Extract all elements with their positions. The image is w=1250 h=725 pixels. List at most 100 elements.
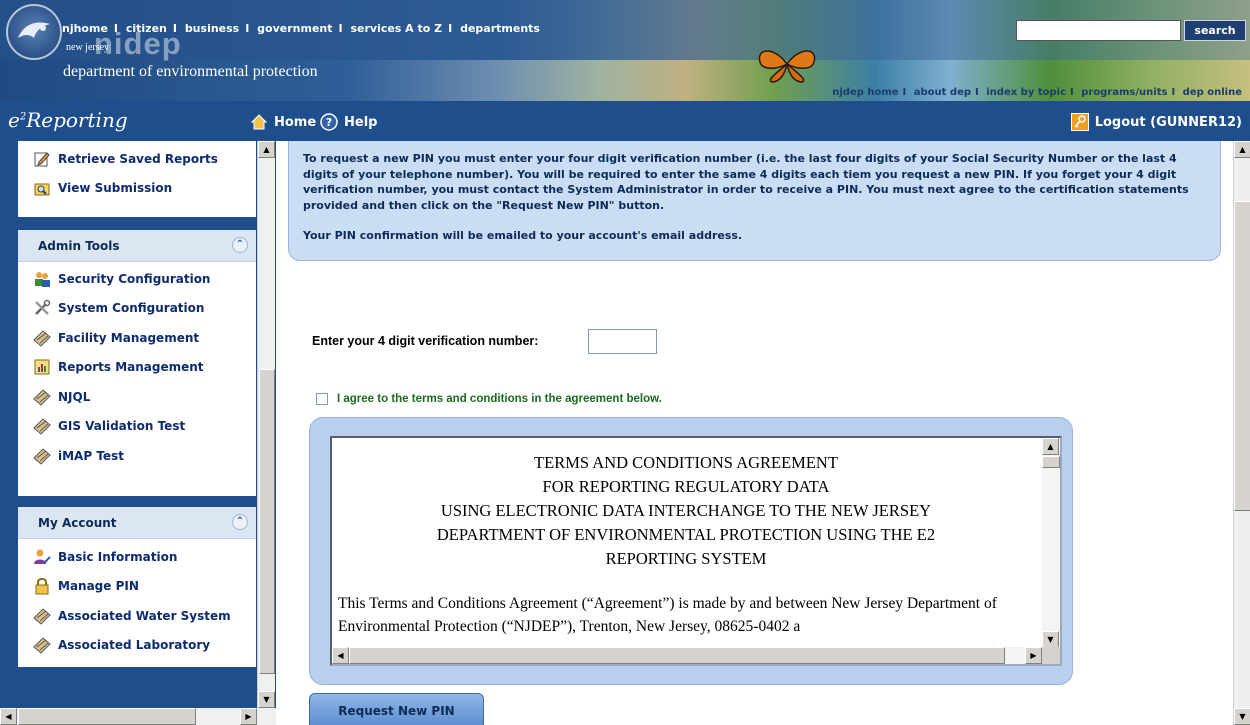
scroll-left-icon[interactable]: ◀	[332, 647, 349, 664]
terms-body: This Terms and Conditions Agreement (“Ag…	[338, 595, 997, 635]
sidebar-item-gis-validation-test[interactable]: GIS Validation Test	[18, 412, 256, 442]
scrollbar-corner	[1042, 647, 1060, 664]
terms-title: TERMS AND CONDITIONS AGREEMENT FOR REPOR…	[338, 451, 1034, 571]
search-input[interactable]	[1016, 20, 1181, 41]
agree-label[interactable]: I agree to the terms and conditions in t…	[337, 393, 662, 405]
home-icon	[250, 114, 268, 130]
sidebar-item-facility-management[interactable]: Facility Management	[18, 323, 256, 353]
sidebar-vertical-scrollbar[interactable]: ▲ ▼	[257, 141, 275, 708]
agree-checkbox[interactable]	[316, 393, 328, 405]
sidebar-item-view-submission[interactable]: View Submission	[18, 174, 256, 204]
top-nav-business[interactable]: business	[185, 22, 239, 35]
home-link[interactable]: Home	[250, 113, 316, 131]
app-bar: e2Reporting Home ? Help Logout (GUNNER12…	[0, 101, 1250, 141]
sidebar-item-associated-water-system[interactable]: Associated Water System	[18, 601, 256, 631]
request-new-pin-button[interactable]: Request New PIN	[309, 693, 484, 725]
sidebar-hscroll-thumb[interactable]	[18, 708, 196, 725]
terms-hscroll-thumb[interactable]	[349, 647, 1005, 664]
state-seal-icon[interactable]	[6, 4, 62, 60]
nav-separator: I	[1070, 87, 1074, 98]
users-icon	[35, 271, 50, 287]
scroll-left-icon[interactable]: ◀	[0, 708, 17, 725]
main-content: To request a new PIN you must enter your…	[276, 141, 1233, 725]
sidebar-scroll-thumb[interactable]	[259, 369, 275, 674]
sidebar-item-system-configuration[interactable]: System Configuration	[18, 294, 256, 324]
terms-vertical-scrollbar[interactable]: ▲ ▼	[1042, 438, 1060, 648]
help-label: Help	[344, 114, 378, 130]
top-nav-services[interactable]: services A to Z	[350, 22, 442, 35]
instructions-box: To request a new PIN you must enter your…	[288, 141, 1221, 261]
logout-label: Logout (GUNNER12)	[1094, 114, 1242, 130]
terms-horizontal-scrollbar[interactable]: ◀ ▶	[332, 647, 1042, 664]
terms-title-line: TERMS AND CONDITIONS AGREEMENT	[534, 453, 838, 472]
terms-title-line: DEPARTMENT OF ENVIRONMENTAL PROTECTION U…	[436, 525, 936, 544]
edit-icon	[34, 152, 50, 167]
agree-row[interactable]: I agree to the terms and conditions in t…	[316, 393, 662, 405]
admin-tools-list: Security Configuration System Configurat…	[18, 262, 256, 471]
pencil-icon	[33, 637, 51, 654]
home-label: Home	[274, 114, 317, 130]
tools-icon	[35, 300, 51, 316]
pencil-icon	[33, 608, 51, 625]
collapse-icon[interactable]: ⌃	[232, 514, 248, 530]
terms-agreement-textbox[interactable]: TERMS AND CONDITIONS AGREEMENT FOR REPOR…	[330, 436, 1062, 666]
instructions-text: To request a new PIN you must enter your…	[303, 152, 1189, 212]
e2-reporting-logo[interactable]: e2Reporting	[8, 108, 128, 132]
sub-nav-about-dep[interactable]: about dep	[914, 87, 971, 98]
logo-wordmark: nidep	[94, 26, 182, 61]
scroll-up-icon[interactable]: ▲	[258, 141, 275, 158]
sidebar-horizontal-scrollbar[interactable]: ◀ ▶	[0, 708, 276, 725]
sub-nav: njdep home I about dep I index by topic I p…	[832, 87, 1242, 98]
pencil-icon	[33, 448, 51, 465]
logout-link[interactable]: Logout (GUNNER12)	[1070, 113, 1242, 131]
my-account-header[interactable]: My Account ⌃	[18, 507, 256, 539]
scroll-up-icon[interactable]: ▲	[1042, 438, 1059, 455]
nav-separator: I	[975, 87, 979, 98]
sidebar-item-label: Retrieve Saved Reports	[58, 151, 218, 166]
page-vertical-scrollbar[interactable]: ▲ ▼	[1233, 141, 1250, 725]
search-button[interactable]: search	[1184, 20, 1246, 41]
sidebar-item-security-configuration[interactable]: Security Configuration	[18, 264, 256, 294]
my-account-panel: My Account ⌃ Basic Information Manage PI…	[18, 507, 256, 667]
pencil-icon	[33, 418, 51, 435]
sidebar-item-associated-laboratory[interactable]: Associated Laboratory	[18, 631, 256, 661]
admin-tools-title: Admin Tools	[38, 239, 120, 253]
terms-scroll-thumb[interactable]	[1042, 456, 1060, 468]
sidebar-item-basic-information[interactable]: Basic Information	[18, 542, 256, 572]
scroll-down-icon[interactable]: ▼	[1042, 631, 1059, 648]
sidebar-item-label: System Configuration	[58, 301, 205, 316]
logo-letter: e	[8, 108, 20, 132]
help-link[interactable]: ? Help	[320, 113, 377, 131]
sub-nav-programs-units[interactable]: programs/units	[1081, 87, 1167, 98]
sidebar-item-imap-test[interactable]: iMAP Test	[18, 441, 256, 471]
top-nav-government[interactable]: government	[257, 22, 332, 35]
sub-nav-index-by-topic[interactable]: index by topic	[986, 87, 1066, 98]
svg-text:?: ?	[326, 116, 332, 129]
collapse-icon[interactable]: ⌃	[232, 237, 248, 253]
scroll-down-icon[interactable]: ▼	[1234, 708, 1250, 725]
pencil-icon	[33, 330, 51, 347]
terms-title-line: REPORTING SYSTEM	[605, 549, 767, 568]
sidebar-item-manage-pin[interactable]: Manage PIN	[18, 572, 256, 602]
sidebar-item-retrieve-saved-reports[interactable]: Retrieve Saved Reports	[18, 144, 256, 174]
nav-separator: I	[448, 22, 453, 35]
admin-tools-header[interactable]: Admin Tools ⌃	[18, 230, 256, 262]
lock-icon	[35, 578, 49, 595]
sub-nav-njdep-home[interactable]: njdep home	[832, 87, 898, 98]
page-scroll-thumb[interactable]	[1234, 201, 1250, 511]
terms-content: TERMS AND CONDITIONS AGREEMENT FOR REPOR…	[332, 438, 1042, 638]
scroll-right-icon[interactable]: ▶	[240, 708, 257, 725]
sidebar-item-label: GIS Validation Test	[58, 419, 186, 434]
top-nav-departments[interactable]: departments	[460, 22, 540, 35]
scroll-right-icon[interactable]: ▶	[1025, 647, 1042, 664]
sub-nav-dep-online[interactable]: dep online	[1183, 87, 1242, 98]
butterfly-icon	[758, 50, 816, 83]
sidebar-item-reports-management[interactable]: Reports Management	[18, 353, 256, 383]
verification-number-input[interactable]	[588, 329, 657, 354]
scroll-down-icon[interactable]: ▼	[258, 691, 275, 708]
sidebar-item-label: View Submission	[58, 181, 173, 196]
sidebar-item-njql[interactable]: NJQL	[18, 382, 256, 412]
scroll-up-icon[interactable]: ▲	[1234, 141, 1250, 158]
nav-separator: I	[1171, 87, 1176, 98]
key-icon	[1070, 113, 1089, 131]
